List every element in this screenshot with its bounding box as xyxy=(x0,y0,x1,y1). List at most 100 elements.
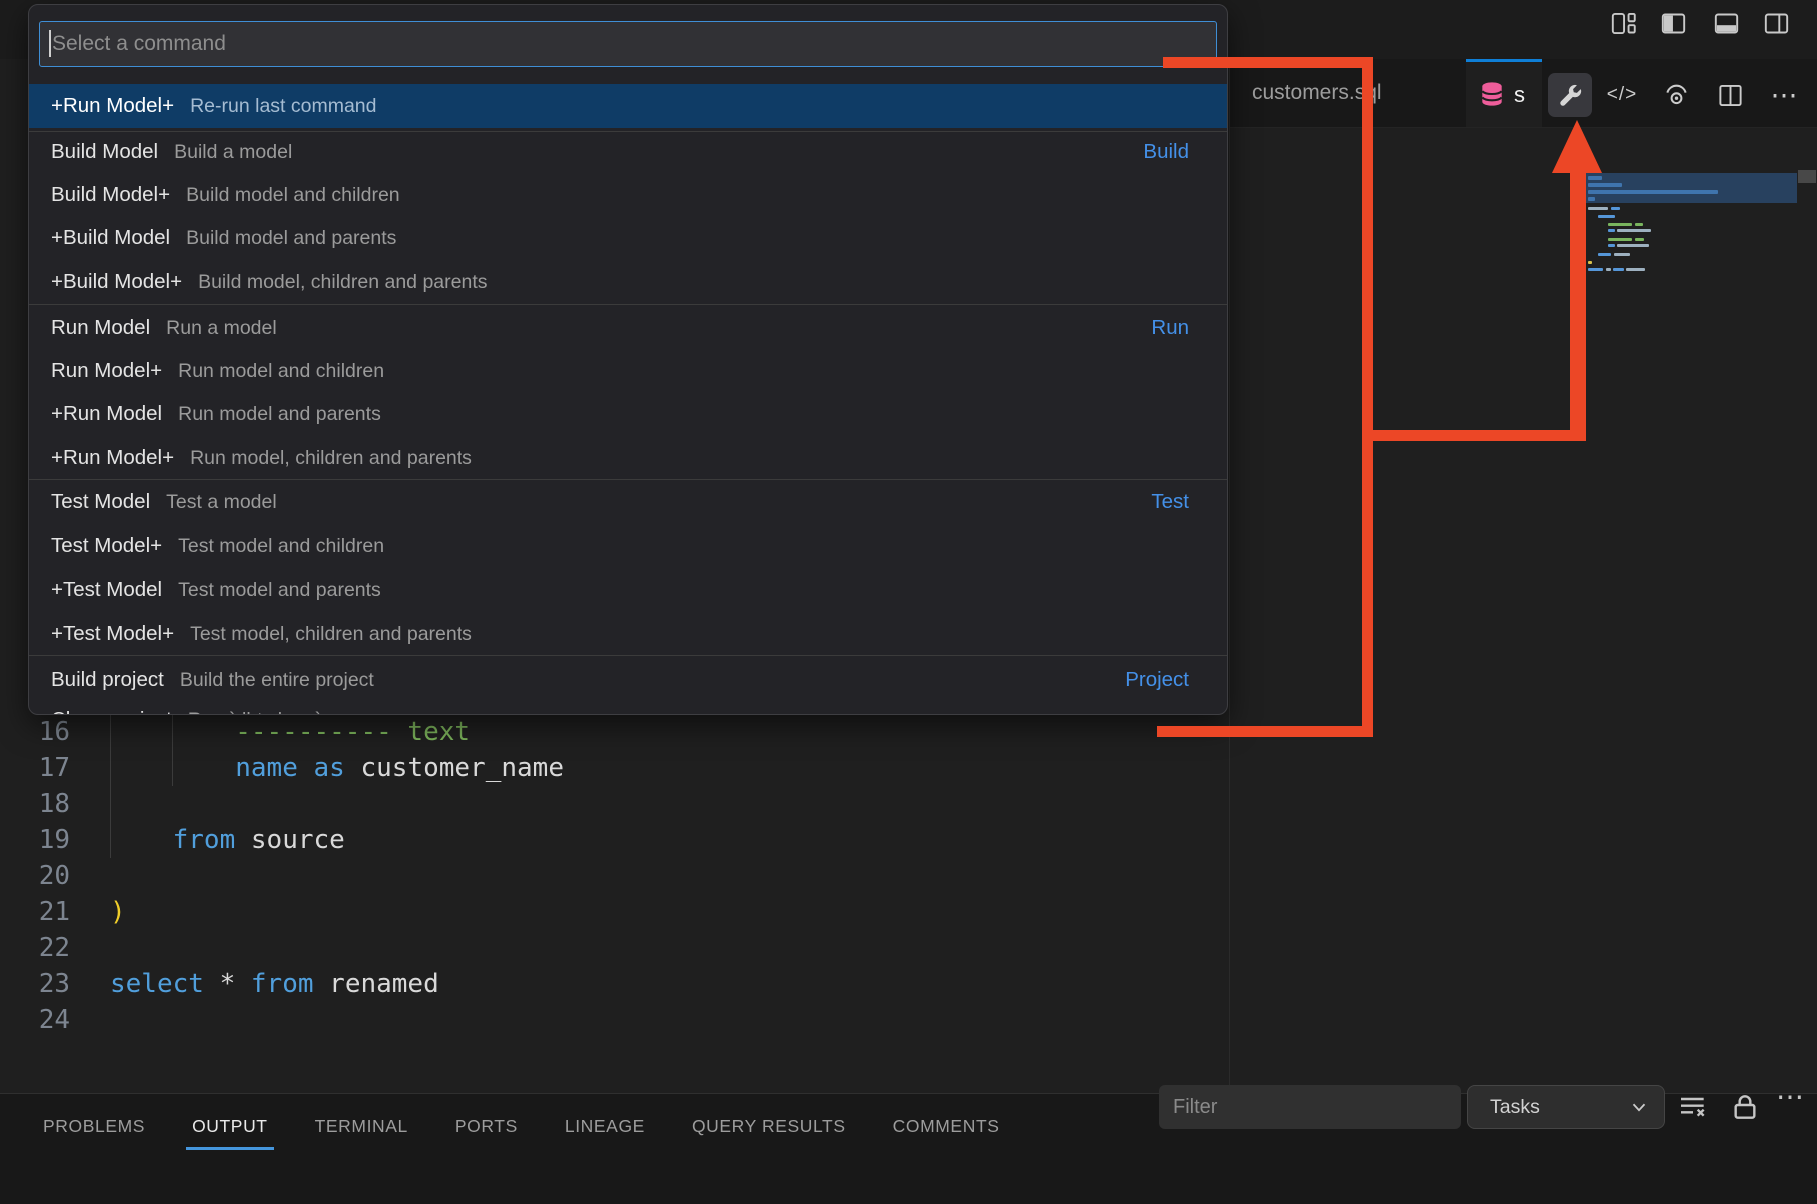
toggle-secondary-sidebar-icon[interactable] xyxy=(1763,10,1790,37)
command-label: +Run Model+ xyxy=(51,446,174,469)
minimap-line xyxy=(1606,268,1611,271)
more-actions-icon[interactable]: ⋯ xyxy=(1762,73,1806,117)
command-item[interactable]: +Test ModelTest model and parents xyxy=(29,568,1227,612)
minimap-line xyxy=(1598,215,1615,218)
command-palette: Select a command +Run Model+Re-run last … xyxy=(28,4,1228,715)
panel-tab-terminal[interactable]: TERMINAL xyxy=(315,1094,408,1158)
command-input-placeholder: Select a command xyxy=(52,22,226,65)
command-description: Build model, children and parents xyxy=(198,271,487,293)
panel-tab-lineage[interactable]: LINEAGE xyxy=(565,1094,645,1158)
line-number: 23 xyxy=(0,966,70,1002)
text-cursor xyxy=(49,30,51,57)
line-number: 24 xyxy=(0,1002,70,1038)
line-number: 19 xyxy=(0,822,70,858)
chevron-down-icon xyxy=(1628,1096,1650,1118)
command-description: Test model and parents xyxy=(178,579,381,601)
command-item[interactable]: Test Model+Test model and children xyxy=(29,524,1227,568)
command-item[interactable]: +Build Model+Build model, children and p… xyxy=(29,260,1227,304)
minimap-selection xyxy=(1585,173,1797,203)
annotation-line-vertical xyxy=(1362,57,1373,737)
command-description: Build model and children xyxy=(186,184,400,206)
command-item[interactable]: Build ModelBuild a modelBuild xyxy=(29,130,1227,174)
command-group-label: Test xyxy=(1151,480,1189,524)
filter-placeholder: Filter xyxy=(1173,1085,1217,1129)
command-input[interactable]: Select a command xyxy=(39,21,1217,67)
minimap-line xyxy=(1598,253,1611,256)
filter-input[interactable]: Filter xyxy=(1159,1085,1461,1129)
command-item[interactable]: Build projectBuild the entire projectPro… xyxy=(29,658,1227,702)
command-item[interactable]: +Run Model+Run model, children and paren… xyxy=(29,436,1227,480)
code-line: 21) xyxy=(0,894,126,930)
code-line: 24 xyxy=(0,1002,110,1038)
ellipsis-glyph: ⋯ xyxy=(1771,73,1798,117)
panel-tab-ports[interactable]: PORTS xyxy=(455,1094,518,1158)
minimap-line xyxy=(1608,223,1632,226)
command-description: Test model and children xyxy=(178,535,384,557)
minimap-line xyxy=(1613,268,1624,271)
line-number: 18 xyxy=(0,786,70,822)
line-number: 20 xyxy=(0,858,70,894)
panel-tab-query-results[interactable]: QUERY RESULTS xyxy=(692,1094,846,1158)
list-separator xyxy=(29,131,1227,132)
command-label: Clean project xyxy=(51,708,172,715)
command-label: Test Model xyxy=(51,490,150,513)
panel-tab-comments[interactable]: COMMENTS xyxy=(893,1094,1000,1158)
command-item[interactable]: Run ModelRun a modelRun xyxy=(29,306,1227,350)
toggle-panel-icon[interactable] xyxy=(1713,10,1740,37)
command-item[interactable]: Run Model+Run model and children xyxy=(29,349,1227,393)
command-item[interactable]: +Run Model Run model and parents xyxy=(29,392,1227,436)
command-item[interactable]: +Build Model Build model and parents xyxy=(29,216,1227,260)
command-description: Build a model xyxy=(174,141,292,163)
minimap-line xyxy=(1617,244,1649,247)
minimap-line xyxy=(1635,223,1643,226)
code-line: 23select * from renamed xyxy=(0,966,439,1002)
command-label: +Run Model xyxy=(51,402,162,425)
line-number: 22 xyxy=(0,930,70,966)
minimap-line xyxy=(1608,238,1632,241)
command-item[interactable]: +Run Model+Re-run last command xyxy=(29,84,1227,128)
minimap-line xyxy=(1588,190,1718,194)
command-item[interactable]: +Test Model+ Test model, children and par… xyxy=(29,612,1227,656)
code-line: 16 ---------- text xyxy=(0,714,470,750)
annotation-line-bottom xyxy=(1157,726,1373,737)
minimap-line xyxy=(1614,253,1630,256)
code-icon[interactable]: </> xyxy=(1600,73,1644,117)
command-item[interactable]: Clean project Run `dbt clean` xyxy=(29,698,1227,715)
list-separator xyxy=(29,479,1227,480)
minimap-line xyxy=(1588,207,1608,210)
annotation-arrow-head xyxy=(1552,120,1602,173)
split-editor-icon[interactable] xyxy=(1708,73,1752,117)
command-label: +Build Model xyxy=(51,226,170,249)
code-line: 19 from source xyxy=(0,822,345,858)
minimap-line xyxy=(1608,244,1615,247)
vscode-window: customers.sql s </> ⋯ 16 --------- xyxy=(0,0,1817,1204)
command-description: Run model and parents xyxy=(178,403,381,425)
tab-active[interactable]: s xyxy=(1466,59,1542,127)
customize-layout-icon[interactable] xyxy=(1610,10,1637,37)
preview-eye-icon[interactable] xyxy=(1654,73,1698,117)
wrench-icon[interactable] xyxy=(1548,73,1592,117)
command-description: Test model, children and parents xyxy=(190,623,472,645)
clear-output-icon[interactable] xyxy=(1677,1091,1709,1123)
command-item[interactable]: Test ModelTest a modelTest xyxy=(29,480,1227,524)
toggle-primary-sidebar-icon[interactable] xyxy=(1660,10,1687,37)
minimap-line xyxy=(1588,176,1602,180)
command-label: +Test Model+ xyxy=(51,622,174,645)
editor-scrollbar[interactable] xyxy=(1798,170,1816,183)
command-label: Build Model xyxy=(51,140,158,163)
panel-tab-problems[interactable]: PROBLEMS xyxy=(43,1094,145,1158)
command-item[interactable]: Build Model+ Build model and children xyxy=(29,173,1227,217)
command-description: Build model and parents xyxy=(186,227,396,249)
panel-more-icon[interactable]: ⋯ xyxy=(1776,1080,1804,1113)
minimap[interactable] xyxy=(1585,133,1797,603)
command-description: Run `dbt clean` xyxy=(188,709,321,715)
line-number: 21 xyxy=(0,894,70,930)
annotation-arrow-tail xyxy=(1367,430,1586,441)
list-separator xyxy=(29,304,1227,305)
lock-icon[interactable] xyxy=(1729,1091,1761,1123)
tasks-dropdown[interactable]: Tasks xyxy=(1467,1085,1665,1129)
line-number: 17 xyxy=(0,750,70,786)
panel-tab-output[interactable]: OUTPUT xyxy=(192,1094,268,1158)
tasks-dropdown-label: Tasks xyxy=(1490,1086,1540,1128)
command-label: Build Model+ xyxy=(51,183,170,206)
